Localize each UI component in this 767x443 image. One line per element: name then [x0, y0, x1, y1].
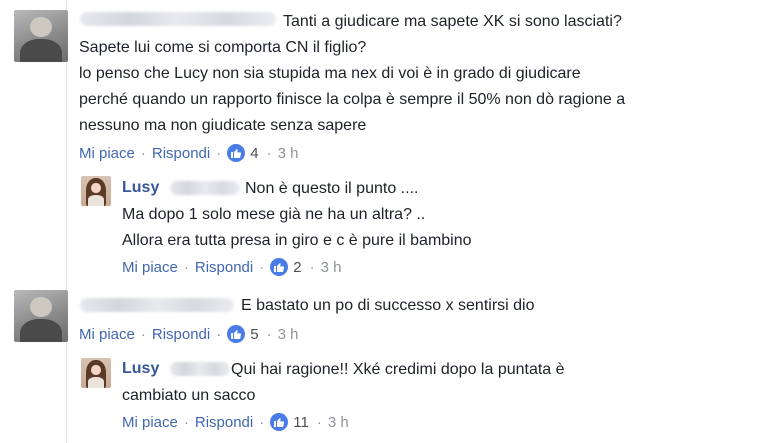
thumbs-up-icon[interactable]: [227, 144, 246, 162]
reaction-count[interactable]: 4: [250, 145, 258, 162]
avatar-face-shape: [91, 364, 101, 376]
avatar-body-shape: [87, 195, 105, 206]
separator-dot: ·: [266, 325, 272, 343]
reply-text-line: Non è questo il punto ....: [245, 180, 419, 197]
separator-dot: ·: [259, 413, 265, 431]
reply-text-line: cambiato un sacco: [122, 387, 256, 404]
avatar[interactable]: [81, 358, 111, 388]
reply-link[interactable]: Rispondi: [195, 259, 253, 276]
comment-text-line: perché quando un rapporto finisce la col…: [79, 91, 626, 108]
avatar[interactable]: [81, 176, 111, 206]
avatar-head-shape: [30, 17, 52, 38]
separator-dot: ·: [266, 144, 272, 162]
reaction-count[interactable]: 5: [250, 326, 258, 343]
avatar[interactable]: [14, 10, 68, 62]
avatar-head-shape: [30, 297, 52, 318]
like-link[interactable]: Mi piace: [79, 145, 135, 162]
blurred-author-surname[interactable]: [170, 181, 240, 195]
reaction-count[interactable]: 2: [293, 259, 301, 276]
separator-dot: ·: [183, 258, 189, 276]
reply-text-line: Allora era tutta presa in giro e c è pur…: [122, 232, 472, 249]
avatar-shoulders-shape: [20, 39, 62, 62]
avatar-shoulders-shape: [20, 319, 62, 342]
blurred-author-surname[interactable]: [170, 362, 230, 376]
timestamp[interactable]: 3 h: [278, 145, 299, 162]
blurred-author-name[interactable]: [80, 12, 276, 26]
like-link[interactable]: Mi piace: [79, 326, 135, 343]
avatar-body-shape: [87, 377, 105, 388]
timestamp[interactable]: 3 h: [328, 414, 349, 431]
separator-dot: ·: [259, 258, 265, 276]
like-link[interactable]: Mi piace: [122, 259, 178, 276]
timestamp[interactable]: 3 h: [278, 326, 299, 343]
separator-dot: ·: [183, 413, 189, 431]
thread-indent-line: [66, 0, 67, 443]
reply-text-line: Ma dopo 1 solo mese già ne ha un altra? …: [122, 206, 426, 223]
reply-link[interactable]: Rispondi: [152, 326, 210, 343]
comment-actions: Mi piace · Rispondi · 4 · 3 h: [79, 144, 298, 162]
separator-dot: ·: [216, 325, 222, 343]
thumbs-up-icon[interactable]: [227, 325, 246, 343]
comment-text-line: Tanti a giudicare ma sapete XK si sono l…: [283, 13, 622, 30]
separator-dot: ·: [140, 144, 146, 162]
timestamp[interactable]: 3 h: [321, 259, 342, 276]
comment-text-line: nessuno ma non giudicate senza sapere: [79, 117, 367, 134]
separator-dot: ·: [316, 413, 322, 431]
comment-text-line: E bastato un po di successo x sentirsi d…: [241, 297, 535, 314]
reply-text-line: Qui hai ragione!! Xké credimi dopo la pu…: [231, 361, 565, 378]
reply-actions: Mi piace · Rispondi · 2 · 3 h: [122, 258, 341, 276]
reply-link[interactable]: Rispondi: [152, 145, 210, 162]
reply-link[interactable]: Rispondi: [195, 414, 253, 431]
avatar[interactable]: [14, 290, 68, 342]
comment-text-line: lo penso che Lucy non sia stupida ma nex…: [79, 65, 581, 82]
comment-actions: Mi piace · Rispondi · 5 · 3 h: [79, 325, 298, 343]
blurred-author-name[interactable]: [80, 298, 234, 312]
author-name[interactable]: Lusy: [122, 360, 159, 378]
separator-dot: ·: [140, 325, 146, 343]
separator-dot: ·: [216, 144, 222, 162]
like-link[interactable]: Mi piace: [122, 414, 178, 431]
avatar-face-shape: [91, 182, 101, 194]
reply-actions: Mi piace · Rispondi · 11 · 3 h: [122, 413, 349, 431]
separator-dot: ·: [309, 258, 315, 276]
reaction-count[interactable]: 11: [293, 414, 309, 431]
thumbs-up-icon[interactable]: [270, 413, 289, 431]
author-name[interactable]: Lusy: [122, 179, 159, 197]
comment-text-line: Sapete lui come si comporta CN il figlio…: [79, 39, 367, 56]
thumbs-up-icon[interactable]: [270, 258, 289, 276]
